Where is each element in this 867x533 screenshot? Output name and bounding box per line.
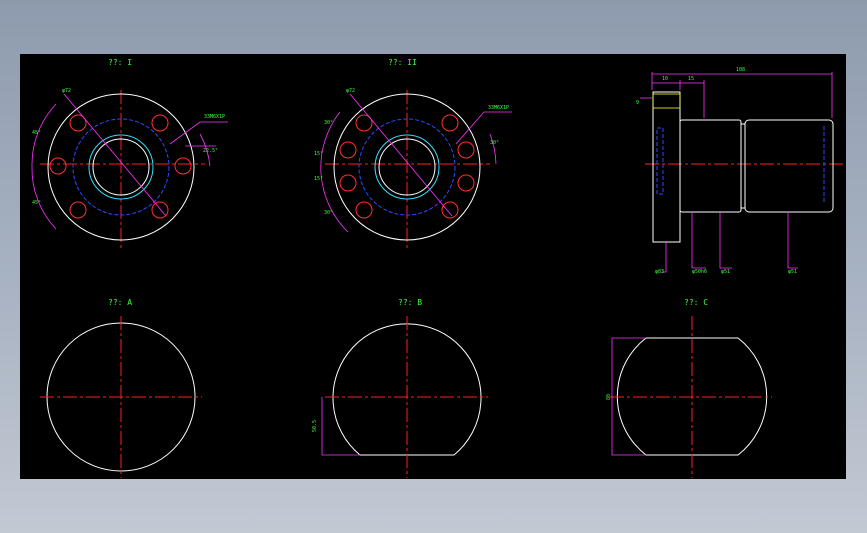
view-c: ??: C 80 [606,298,772,478]
v1-angle-1: 45° [32,130,41,136]
side-view: 108 10 15 9 φ83 φ50h6 φ51 φ51 [636,67,845,275]
side-d3-label: φ51 [721,269,730,275]
v2-thread-label: 33M6X1P [488,105,509,111]
v2-angle-1: 30° [324,120,333,126]
v1-pcd-label: φ72 [62,88,71,94]
v1-bolt-hole [69,201,87,219]
view-a: ??: A [40,298,202,478]
side-d2-label: φ50h6 [692,269,707,275]
side-shaft [744,119,834,213]
side-d4-leader [787,212,798,269]
v2-bolt-hole [441,201,459,219]
view-a-title: ??: A [108,298,132,307]
view-1: ??: I φ72 33M6X1P 45° 45° 22.5° [31,58,228,248]
v1-bolt-hole [49,157,67,175]
v2-bolt-hole [339,174,357,192]
v2-bolt-hole [355,201,373,219]
side-d1-leader [662,242,667,273]
side-d4-label: φ51 [788,269,797,275]
view-b: ??: B 50.5 [312,298,488,478]
v2-bolt-hole [457,174,475,192]
cad-drawing-canvas[interactable]: ??: I φ72 33M6X1P 45° 45° 22.5° ??: II φ… [20,54,846,479]
side-total-label: 108 [736,67,745,73]
v2-bolt-hole [457,141,475,159]
view-2-title: ??: II [388,58,417,67]
view-1-title: ??: I [108,58,132,67]
v2-bolt-hole [339,141,357,159]
v2-angle-arc-right [489,133,497,165]
view-2: ??: II φ72 33M6X1P 30° 15° 15° 30° 30° [314,58,512,248]
v2-thread-leader [455,111,512,145]
v2-angle-5: 30° [490,140,499,146]
side-d2-leader [691,212,706,269]
v2-angle-2: 15° [314,151,323,157]
v2-bolt-hole [441,114,459,132]
side-step-label: 15 [688,76,694,82]
v1-bolt-hole [174,157,192,175]
v1-thread-leader [169,121,228,145]
v2-pcd-label: φ72 [346,88,355,94]
v1-bolt-hole [151,114,169,132]
side-d3-leader [719,212,732,269]
side-groove [740,123,746,209]
vc-width-label: 80 [606,394,612,400]
side-flange-top [652,93,681,109]
v1-angle-arc-lower [31,165,57,230]
v2-angle-4: 30° [324,210,333,216]
v1-angle-2: 45° [32,200,41,206]
side-left-label: 9 [636,100,639,106]
view-c-title: ??: C [684,298,708,307]
side-hidden-bore [656,127,664,195]
view-b-title: ??: B [398,298,422,307]
side-body [679,119,742,213]
side-flange-label: 10 [662,76,668,82]
vb-flat-dim [321,397,360,456]
v1-angle-3: 22.5° [203,148,218,154]
v2-angle-3: 15° [314,176,323,182]
side-d1-label: φ83 [655,269,664,275]
cad-drawing: ??: I φ72 33M6X1P 45° 45° 22.5° ??: II φ… [31,58,845,478]
vb-flat-label: 50.5 [312,420,318,432]
v1-thread-label: 33M6X1P [204,114,225,120]
